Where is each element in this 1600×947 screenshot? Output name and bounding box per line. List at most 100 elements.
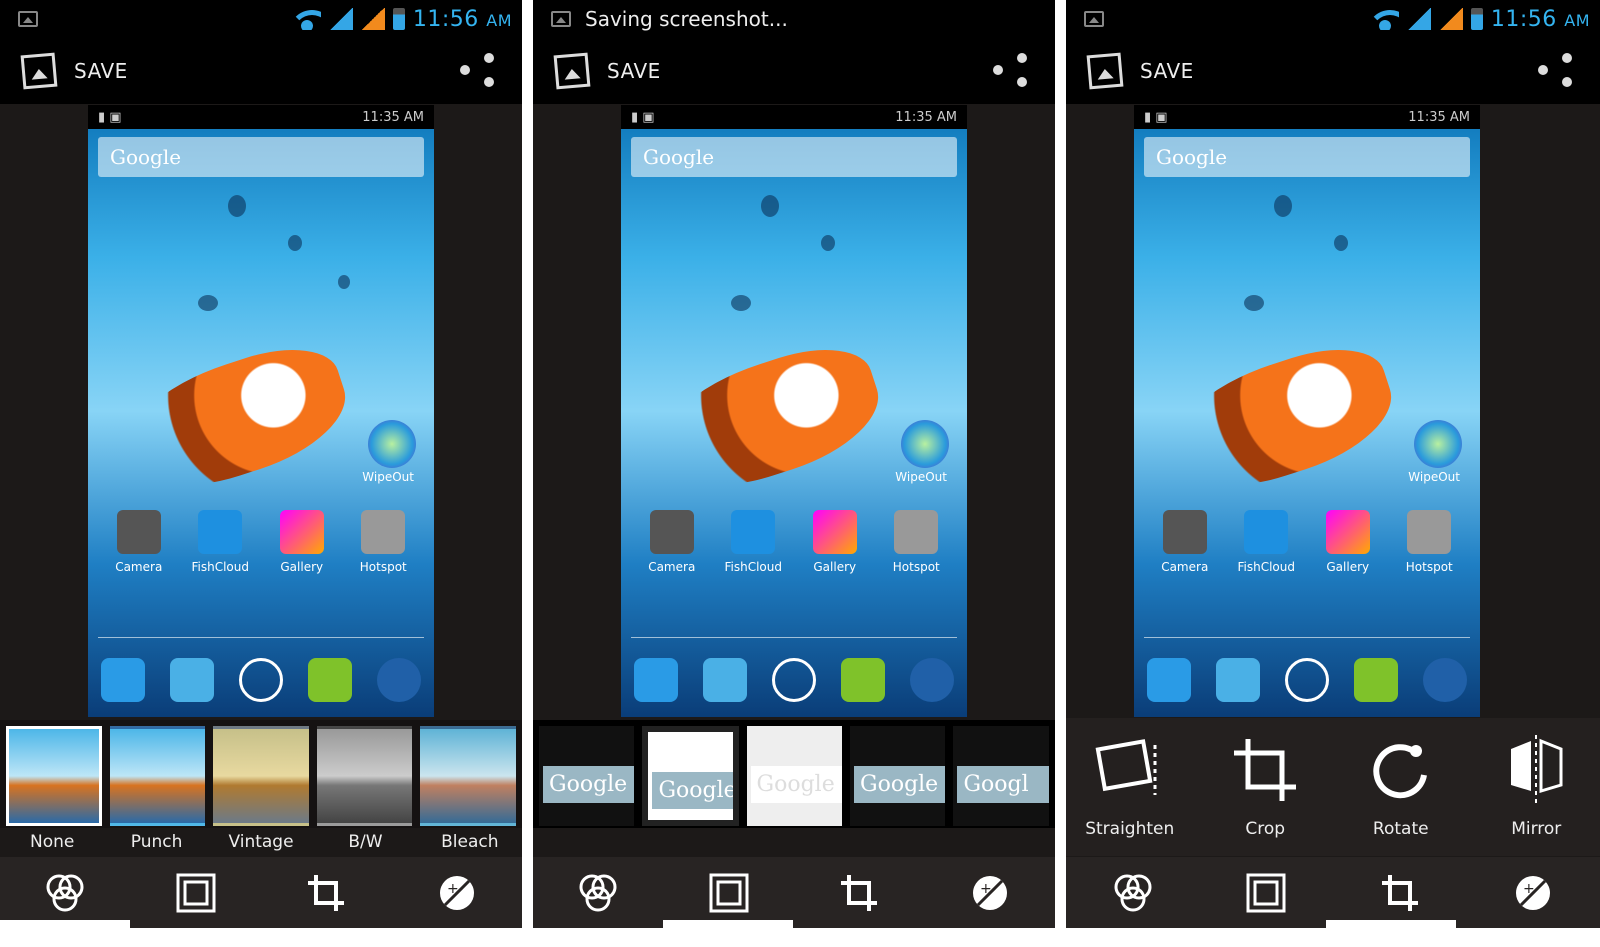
app-drawer-icon — [771, 658, 816, 702]
panel-borders: Saving screenshot... SAVE ▮ ▣ 11:35 AM Go… — [533, 0, 1055, 928]
app-fishcloud: FishCloud — [1231, 510, 1301, 574]
phone-icon — [633, 658, 678, 702]
wipeout-widget-icon — [368, 420, 416, 468]
mirror-icon — [1501, 735, 1571, 805]
gallery-icon — [279, 510, 324, 554]
gallery-notification-icon — [18, 11, 38, 27]
editor-tab-bar: + — [0, 857, 522, 928]
preview-search-bar: Google — [631, 137, 957, 177]
app-camera: Camera — [1150, 510, 1220, 574]
koi-fish-image — [639, 332, 893, 508]
filter-vintage-thumb[interactable] — [213, 726, 309, 826]
cloud-icon — [198, 510, 243, 554]
editor-tab-bar: + — [533, 857, 1055, 928]
rotate-button[interactable]: Rotate — [1341, 718, 1461, 856]
svg-text:+: + — [980, 881, 992, 897]
geometry-tab-icon[interactable] — [837, 871, 881, 915]
signal-icon — [1406, 8, 1431, 30]
filter-punch-label[interactable]: Punch — [104, 832, 208, 856]
app-fishcloud: FishCloud — [185, 510, 255, 574]
filters-tab-icon[interactable] — [43, 871, 87, 915]
filter-bw-label[interactable]: B/W — [313, 832, 417, 856]
status-bar: Saving screenshot... — [533, 0, 1055, 38]
image-preview: ▮ ▣ 11:35 AM Google WipeOut Camera FishCl… — [1134, 105, 1480, 717]
status-clock: 11:56 AM — [412, 6, 512, 32]
messages-icon — [1354, 658, 1399, 702]
phone-icon — [1146, 658, 1191, 702]
active-tab-indicator — [0, 920, 130, 928]
notification-text: Saving screenshot... — [585, 7, 788, 31]
save-button[interactable]: SAVE — [1140, 59, 1194, 83]
crop-button[interactable]: Crop — [1205, 718, 1325, 856]
contacts-icon — [1215, 658, 1260, 702]
filter-none-label[interactable]: None — [0, 832, 104, 856]
hotspot-icon — [894, 510, 939, 554]
geometry-tools: Straighten Crop Rotate Mirror — [1066, 718, 1600, 856]
app-hotspot: Hotspot — [881, 510, 951, 574]
exposure-tab-icon[interactable]: + — [968, 871, 1012, 915]
wifi-icon — [1370, 8, 1399, 30]
gallery-notification-icon — [1084, 11, 1104, 27]
border-thumb[interactable]: Googl — [953, 726, 1049, 826]
svg-text:+: + — [447, 881, 459, 897]
filter-labels: None Punch Vintage B/W Bleach — [0, 832, 522, 856]
border-thumb[interactable]: Google — [746, 726, 842, 826]
active-tab-indicator — [1326, 920, 1456, 928]
save-button[interactable]: SAVE — [74, 59, 128, 83]
filter-none-thumb[interactable] — [6, 726, 102, 826]
save-button[interactable]: SAVE — [607, 59, 661, 83]
camera-icon — [116, 510, 161, 554]
panel-filters: 11:56 AM SAVE ▮ ▣ 11:35 AM Google WipeOut… — [0, 0, 522, 928]
browser-icon — [910, 658, 955, 702]
filter-strip — [0, 720, 522, 828]
preview-search-bar: Google — [1144, 137, 1470, 177]
image-preview: ▮ ▣ 11:35 AM Google WipeOut Camera FishCl… — [621, 105, 967, 717]
svg-text:+: + — [1523, 881, 1535, 897]
border-strip: Google Google Google Google Googl — [533, 720, 1055, 828]
gallery-notification-icon — [551, 11, 571, 27]
filter-punch-thumb[interactable] — [109, 726, 206, 826]
filters-tab-icon[interactable] — [576, 871, 620, 915]
exposure-tab-icon[interactable]: + — [435, 871, 479, 915]
messages-icon — [841, 658, 886, 702]
share-icon[interactable] — [456, 49, 500, 93]
border-thumb[interactable]: Google — [539, 726, 635, 826]
filter-bleach-label[interactable]: Bleach — [418, 832, 522, 856]
filter-bw-thumb[interactable] — [316, 726, 413, 826]
app-gallery: Gallery — [267, 510, 337, 574]
app-gallery: Gallery — [1313, 510, 1383, 574]
mirror-button[interactable]: Mirror — [1476, 718, 1596, 856]
geometry-tab-icon[interactable] — [304, 871, 348, 915]
signal-icon — [328, 8, 353, 30]
battery-icon — [1470, 8, 1483, 30]
borders-tab-icon[interactable] — [174, 871, 218, 915]
borders-tab-icon[interactable] — [707, 871, 751, 915]
filters-tab-icon[interactable] — [1111, 871, 1155, 915]
photo-save-icon[interactable] — [1086, 52, 1124, 90]
koi-fish-image — [1152, 332, 1406, 508]
messages-icon — [308, 658, 353, 702]
app-camera: Camera — [104, 510, 174, 574]
geometry-tab-icon[interactable] — [1378, 871, 1422, 915]
straighten-button[interactable]: Straighten — [1070, 718, 1190, 856]
app-camera: Camera — [637, 510, 707, 574]
wipeout-widget-icon — [1414, 420, 1462, 468]
photo-save-icon[interactable] — [20, 52, 58, 90]
cloud-icon — [1244, 510, 1289, 554]
preview-status-bar: ▮ ▣ 11:35 AM — [88, 105, 434, 129]
photo-save-icon[interactable] — [553, 52, 591, 90]
app-fishcloud: FishCloud — [718, 510, 788, 574]
share-icon[interactable] — [1534, 49, 1578, 93]
border-thumb[interactable]: Google — [642, 726, 739, 826]
share-icon[interactable] — [989, 49, 1033, 93]
crop-icon — [1230, 735, 1300, 805]
border-thumb[interactable]: Google — [850, 726, 946, 826]
app-drawer-icon — [1284, 658, 1329, 702]
exposure-tab-icon[interactable]: + — [1511, 871, 1555, 915]
hotspot-icon — [361, 510, 406, 554]
filter-bleach-thumb[interactable] — [420, 726, 516, 826]
borders-tab-icon[interactable] — [1244, 871, 1288, 915]
status-clock: 11:56 AM — [1490, 6, 1590, 32]
filter-vintage-label[interactable]: Vintage — [209, 832, 313, 856]
app-drawer-icon — [238, 658, 283, 702]
